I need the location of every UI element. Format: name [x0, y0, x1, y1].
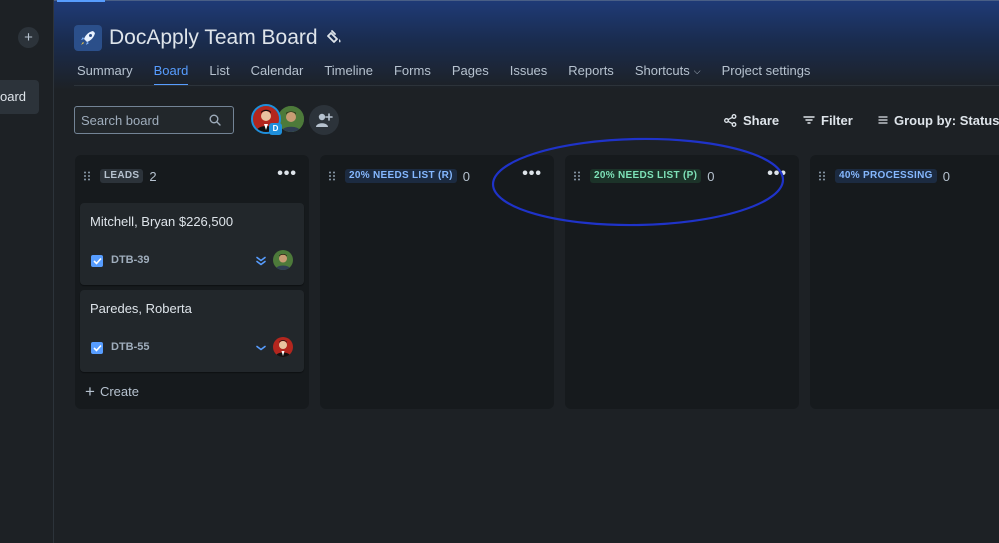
chevron-down-icon [256, 345, 266, 351]
sidebar-add-button[interactable]: + [18, 27, 39, 48]
assignee-avatar[interactable] [273, 337, 293, 357]
more-options-icon[interactable]: ••• [277, 166, 297, 182]
drag-handle-icon[interactable] [83, 171, 91, 181]
drag-handle-icon[interactable] [328, 171, 336, 181]
column-header[interactable]: 40% PROCESSING 0 [818, 168, 950, 184]
more-options-icon[interactable]: ••• [522, 166, 542, 182]
group-by-label: Group by: Status [894, 112, 999, 128]
left-sidebar: + oard [0, 0, 54, 543]
issue-card[interactable]: Paredes, Roberta DTB-55 [80, 290, 304, 372]
tab-forms[interactable]: Forms [394, 62, 431, 86]
status-badge: LEADS [100, 169, 144, 183]
tab-pages[interactable]: Pages [452, 62, 489, 86]
column-header[interactable]: 20% NEEDS LIST (R) 0 [328, 168, 470, 184]
assignee-avatar[interactable] [273, 250, 293, 270]
tab-project-settings[interactable]: Project settings [722, 62, 811, 86]
tab-issues[interactable]: Issues [510, 62, 548, 86]
sidebar-item-board[interactable]: oard [0, 80, 39, 114]
tab-calendar[interactable]: Calendar [251, 62, 304, 86]
card-title: Mitchell, Bryan $226,500 [90, 214, 234, 229]
drag-handle-icon[interactable] [573, 171, 581, 181]
filter-button[interactable]: Filter [803, 111, 853, 129]
double-chevron-down-icon [256, 256, 266, 266]
share-button[interactable]: Share [724, 111, 779, 129]
filter-icon [803, 116, 815, 124]
list-icon [878, 116, 888, 124]
tab-board[interactable]: Board [153, 62, 188, 86]
search-field[interactable] [74, 106, 234, 134]
avatar-badge: D [269, 123, 282, 135]
tab-timeline[interactable]: Timeline [324, 62, 373, 86]
column-count: 0 [942, 168, 950, 184]
drag-handle-icon[interactable] [818, 171, 826, 181]
chevron-down-icon: ⌵ [693, 66, 701, 76]
column-count: 0 [462, 168, 470, 184]
tabs-divider [74, 85, 999, 86]
task-checkbox-icon [91, 255, 103, 267]
tab-reports[interactable]: Reports [568, 62, 614, 86]
tab-shortcuts[interactable]: Shortcuts ⌵ [635, 62, 701, 86]
column-count: 0 [707, 168, 715, 184]
status-badge: 40% PROCESSING [835, 169, 937, 183]
paint-bucket-icon[interactable] [327, 30, 343, 46]
rocket-icon[interactable] [74, 25, 102, 51]
board-column-needs-list-p: 20% NEEDS LIST (P) 0 ••• [565, 155, 799, 409]
issue-card[interactable]: Mitchell, Bryan $226,500 DTB-39 [80, 203, 304, 285]
top-border [54, 0, 999, 1]
add-people-button[interactable] [309, 105, 339, 135]
more-options-icon[interactable]: ••• [767, 166, 787, 182]
group-by-button[interactable]: Group by: Status [878, 111, 999, 129]
page-title: DocApply Team Board [109, 26, 318, 49]
issue-key[interactable]: DTB-39 [111, 254, 150, 266]
board-column-processing: 40% PROCESSING 0 [810, 155, 999, 409]
top-progress-line [57, 0, 105, 2]
create-label: Create [99, 384, 139, 399]
column-count: 2 [149, 168, 157, 184]
add-person-icon [316, 113, 333, 127]
column-header[interactable]: LEADS 2 [83, 168, 157, 184]
search-input[interactable] [81, 112, 206, 128]
status-badge: 20% NEEDS LIST (P) [590, 169, 702, 183]
share-label: Share [743, 112, 780, 128]
board-column-needs-list-r: 20% NEEDS LIST (R) 0 ••• [320, 155, 554, 409]
plus-icon: + [85, 381, 95, 401]
task-checkbox-icon [91, 342, 103, 354]
card-title: Paredes, Roberta [90, 301, 192, 316]
status-badge: 20% NEEDS LIST (R) [345, 169, 457, 183]
issue-key[interactable]: DTB-55 [111, 341, 150, 353]
tab-list[interactable]: List [209, 62, 229, 86]
create-issue-button[interactable]: + Create [85, 381, 139, 401]
column-header[interactable]: 20% NEEDS LIST (P) 0 [573, 168, 714, 184]
board-column-leads: LEADS 2 ••• Mitchell, Bryan $226,500 DTB… [75, 155, 309, 409]
filter-label: Filter [821, 112, 853, 128]
tab-summary[interactable]: Summary [77, 62, 133, 86]
search-icon [209, 114, 221, 126]
project-tabs: Summary Board List Calendar Timeline For… [77, 62, 831, 86]
share-icon [724, 113, 737, 127]
